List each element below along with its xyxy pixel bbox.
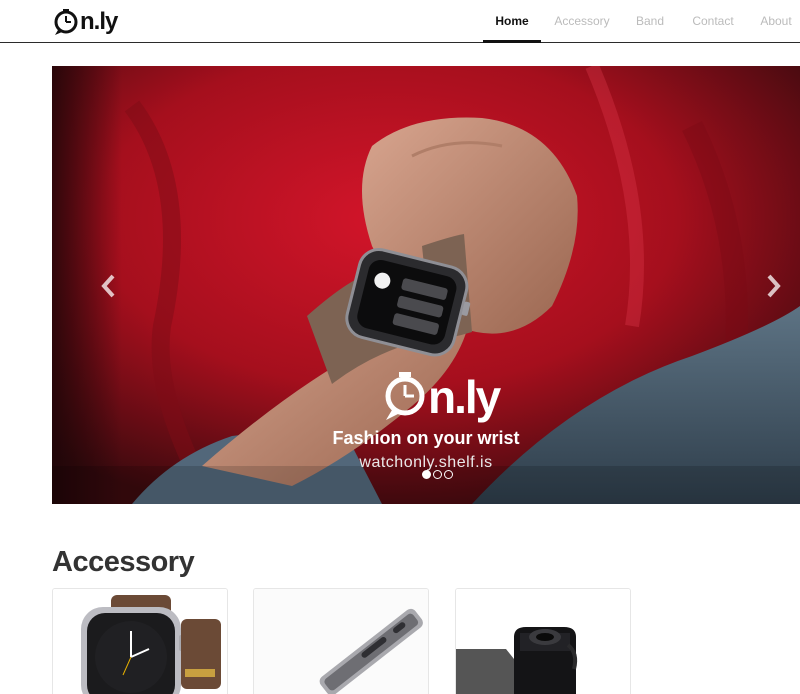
carousel-dot-3[interactable] [444,470,453,479]
hero-logo: n.ly [382,360,508,422]
nav-home[interactable]: Home [483,0,541,43]
nav-band[interactable]: Band [620,0,680,42]
charging-stand-product-image [456,589,630,694]
nav-contact[interactable]: Contact [680,0,746,42]
hero-carousel[interactable]: n.ly Fashion on your wrist watchonly.she… [52,66,800,504]
nav-about[interactable]: About [746,0,800,42]
product-card-charging-stand[interactable] [455,588,631,694]
clock-logo-icon [54,9,78,35]
band-connector-product-image [254,589,428,694]
nav-accessory[interactable]: Accessory [544,0,620,42]
hero-clock-logo-icon [385,372,425,420]
carousel-indicators [422,470,453,479]
hero-headline: Fashion on your wrist [332,428,520,448]
carousel-dot-1[interactable] [422,470,431,479]
product-card-band-connector[interactable] [253,588,429,694]
carousel-prev-icon[interactable] [98,272,118,300]
carousel-dot-2[interactable] [433,470,442,479]
main-nav: Home Accessory Band Contact About [483,0,800,43]
watch-product-image [53,589,227,694]
carousel-next-icon[interactable] [764,272,784,300]
hero-logo-wordmark: n.ly [428,371,501,423]
site-logo[interactable]: n.ly [52,3,124,37]
logo-wordmark: n.ly [80,8,118,35]
product-card-watch[interactable] [52,588,228,694]
section-title-accessory: Accessory [52,546,195,578]
site-header: n.ly Home Accessory Band Contact About [0,0,800,43]
